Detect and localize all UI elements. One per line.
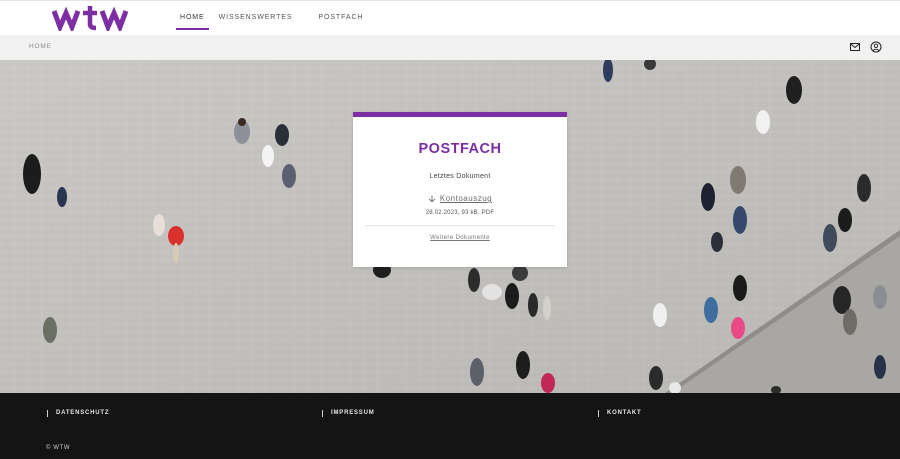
- card-divider: [365, 224, 555, 226]
- nav-home[interactable]: HOME: [176, 1, 209, 36]
- postfach-card: POSTFACH Letztes Dokument Kontoauszug 28…: [353, 112, 567, 267]
- last-document-label: Letztes Dokument: [429, 173, 491, 180]
- document-name[interactable]: Kontoauszug: [440, 194, 492, 203]
- nav-wissenswertes[interactable]: WISSENSWERTES: [219, 1, 293, 36]
- more-documents-link[interactable]: Weitere Dokumente: [430, 235, 490, 241]
- hero-image: POSTFACH Letztes Dokument Kontoauszug 28…: [0, 60, 900, 393]
- mail-icon[interactable]: [849, 41, 861, 53]
- top-header: HOME WISSENSWERTES POSTFACH: [0, 0, 900, 35]
- breadcrumb-bar: HOME: [0, 35, 900, 60]
- card-title: POSTFACH: [418, 141, 502, 157]
- nav-postfach[interactable]: POSTFACH: [318, 1, 363, 36]
- download-icon: [428, 195, 436, 202]
- main-nav: HOME WISSENSWERTES POSTFACH: [176, 1, 363, 36]
- document-download-link[interactable]: Kontoauszug: [428, 194, 492, 203]
- wtw-logo[interactable]: [52, 5, 128, 31]
- footer-link-impressum[interactable]: IMPRESSUM: [322, 410, 375, 417]
- footer-link-kontakt[interactable]: KONTAKT: [597, 410, 641, 417]
- footer-link-datenschutz[interactable]: DATENSCHUTZ: [46, 410, 109, 417]
- breadcrumb[interactable]: HOME: [29, 43, 52, 50]
- document-meta: 28.02.2023, 93 kB, PDF: [425, 209, 495, 216]
- footer: DATENSCHUTZ IMPRESSUM KONTAKT © WTW: [0, 393, 900, 459]
- user-icon[interactable]: [870, 41, 882, 53]
- copyright: © WTW: [46, 445, 71, 451]
